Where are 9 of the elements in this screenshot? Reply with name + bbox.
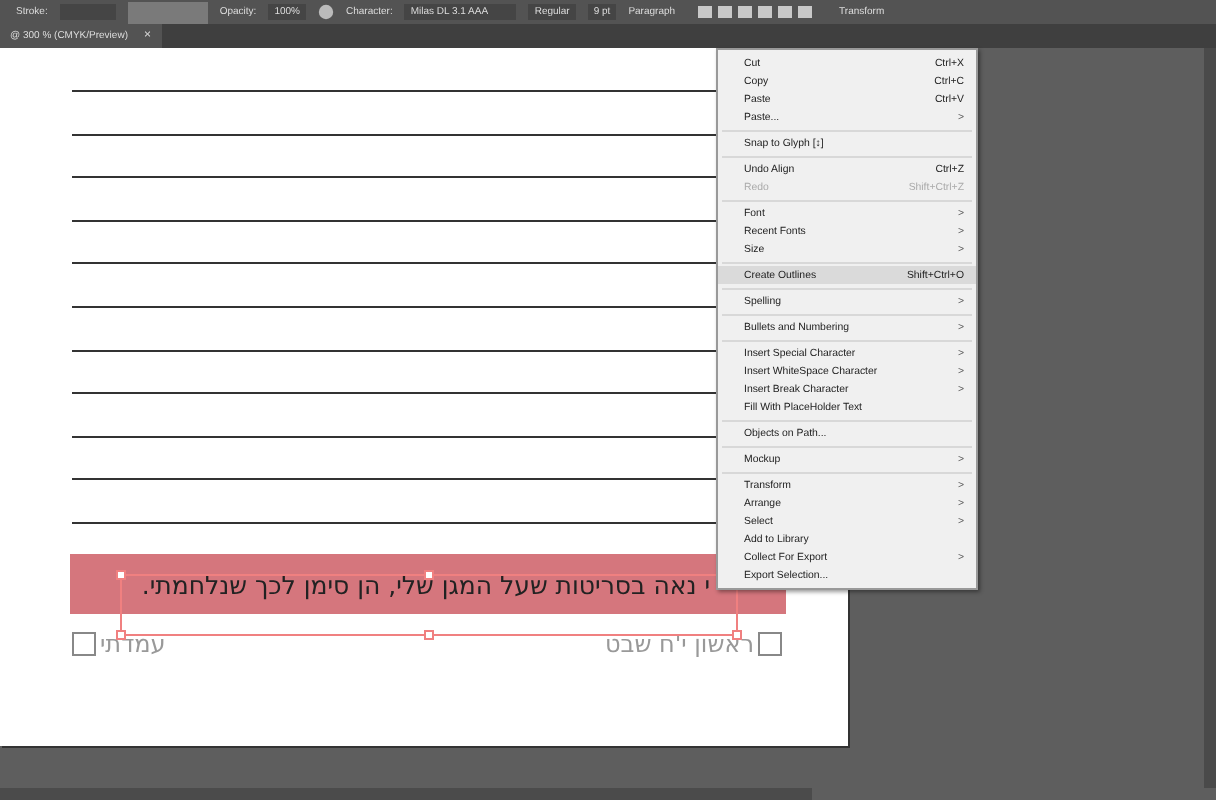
globe-icon[interactable] — [317, 4, 334, 20]
checkbox[interactable] — [758, 632, 782, 656]
checkbox-label: ראשון י'ח שבט — [604, 630, 754, 658]
checkbox-label: עמדתי — [100, 630, 166, 658]
checkbox[interactable] — [72, 632, 96, 656]
style-swatch[interactable] — [127, 1, 208, 23]
hebrew-sentence: י נאה בסריטות שעל המגן שלי, הן סימן לכך שנלחמתי. — [141, 569, 710, 599]
scrollbar[interactable] — [1204, 48, 1216, 788]
text-frame-selection[interactable] — [120, 574, 738, 636]
